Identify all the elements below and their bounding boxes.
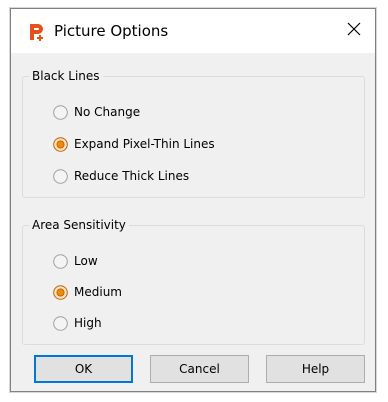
radio-unselected-icon <box>53 104 68 120</box>
dialog-title: Picture Options <box>54 22 169 40</box>
radio-label: Expand Pixel-Thin Lines <box>74 137 215 151</box>
close-icon <box>347 21 361 40</box>
radio-unselected-icon <box>53 315 68 331</box>
radio-high[interactable]: High <box>53 314 102 332</box>
group-legend: Black Lines <box>29 68 103 84</box>
radio-low[interactable]: Low <box>53 252 98 270</box>
help-button[interactable]: Help <box>266 355 365 383</box>
radio-expand-pixel-thin-lines[interactable]: Expand Pixel-Thin Lines <box>53 135 215 153</box>
fill-brush-app-icon <box>26 22 46 42</box>
picture-options-dialog: Picture Options Black Lines No Change Ex… <box>10 8 376 392</box>
title-bar: Picture Options <box>11 9 375 53</box>
radio-medium[interactable]: Medium <box>53 283 122 301</box>
radio-label: Reduce Thick Lines <box>74 169 190 183</box>
cancel-button[interactable]: Cancel <box>150 355 249 383</box>
radio-unselected-icon <box>53 253 68 269</box>
ok-button[interactable]: OK <box>34 355 133 383</box>
radio-label: High <box>74 316 102 330</box>
radio-label: Low <box>74 254 98 268</box>
group-legend: Area Sensitivity <box>29 217 129 233</box>
radio-unselected-icon <box>53 168 68 184</box>
radio-no-change[interactable]: No Change <box>53 103 140 121</box>
radio-label: No Change <box>74 105 141 119</box>
black-lines-group: Black Lines No Change Expand Pixel-Thin … <box>22 68 365 198</box>
area-sensitivity-group: Area Sensitivity Low Medium High <box>22 217 365 345</box>
radio-label: Medium <box>74 285 122 299</box>
radio-selected-icon <box>53 136 68 152</box>
close-button[interactable] <box>337 13 371 47</box>
radio-reduce-thick-lines[interactable]: Reduce Thick Lines <box>53 167 189 185</box>
radio-selected-icon <box>53 284 68 300</box>
